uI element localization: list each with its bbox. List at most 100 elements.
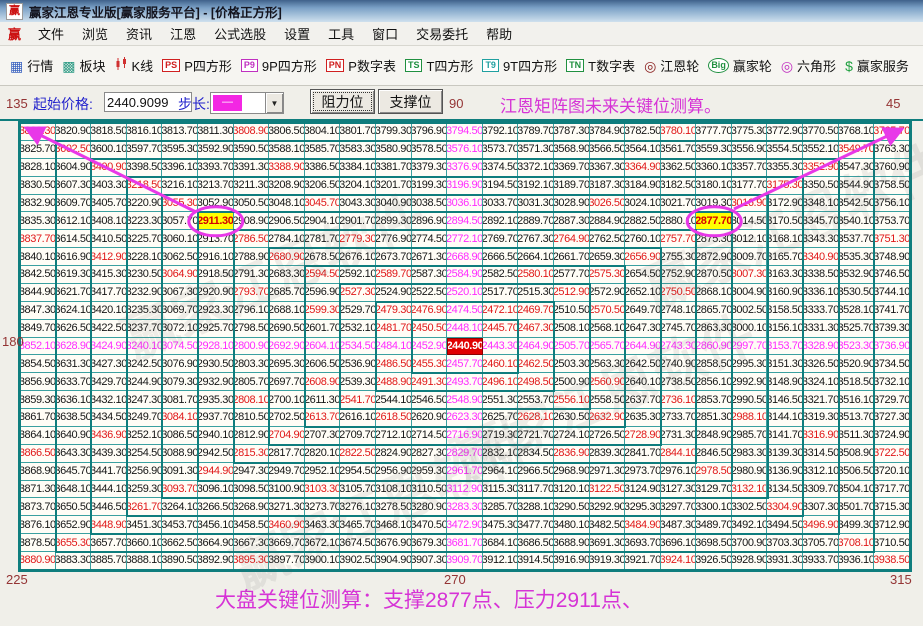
toolbar-item-hexagon[interactable]: ◎ 六角形 bbox=[781, 56, 836, 75]
grid-cell: 2913.70 bbox=[197, 230, 234, 249]
grid-cell: 3456.10 bbox=[197, 516, 234, 535]
grid-cell: 2728.90 bbox=[625, 426, 661, 445]
grid-cell: 2872.90 bbox=[696, 248, 732, 266]
grid-cell: 2623.30 bbox=[447, 409, 483, 427]
grid-cell: 2558.50 bbox=[589, 391, 626, 409]
grid-cell: 3444.10 bbox=[91, 480, 127, 499]
resistance-button[interactable]: 阻力位 bbox=[310, 89, 375, 114]
toolbar-item-gann-wheel[interactable]: ◎ 江恩轮 bbox=[644, 56, 699, 75]
grid-cell: 3700.90 bbox=[731, 534, 768, 552]
grid-cell: 3218.50 bbox=[126, 176, 163, 195]
menu-item-0[interactable]: 文件 bbox=[29, 25, 73, 44]
menu-item-1[interactable]: 浏览 bbox=[73, 25, 117, 44]
support-button[interactable]: 支撑位 bbox=[378, 89, 443, 114]
grid-cell: 2671.30 bbox=[411, 248, 448, 266]
grid-cell: 3175.30 bbox=[767, 176, 804, 195]
toolbar-item-t-square[interactable]: TS T四方形 bbox=[404, 56, 473, 75]
grid-cell: 2570.50 bbox=[589, 301, 626, 320]
grid-cell: 2680.90 bbox=[269, 248, 305, 266]
grid-cell: 2949.70 bbox=[269, 462, 305, 481]
grid-cell: 2467.30 bbox=[518, 319, 554, 338]
toolbar-item-9p-square[interactable]: P9 9P四方形 bbox=[240, 56, 317, 75]
grid-cell: 2815.30 bbox=[233, 444, 270, 463]
step-combobox[interactable]: — ▼ bbox=[210, 92, 284, 114]
grid-cell: 3309.70 bbox=[803, 480, 839, 499]
grid-cell: 3686.50 bbox=[518, 534, 554, 552]
grid-cell: 2865.70 bbox=[696, 301, 732, 320]
grid-cell: 3412.90 bbox=[91, 248, 127, 266]
grid-cell: 3324.10 bbox=[803, 373, 839, 392]
menu-item-8[interactable]: 交易委托 bbox=[407, 25, 477, 44]
grid-cell: 2834.50 bbox=[518, 444, 554, 463]
toolbar-item-label: 江恩轮 bbox=[660, 59, 700, 74]
grid-cell: 2918.50 bbox=[197, 266, 234, 284]
grid-cell: 3088.90 bbox=[162, 444, 198, 463]
grid-cell: 2673.70 bbox=[375, 248, 412, 266]
grid-cell: 3295.30 bbox=[625, 498, 661, 517]
grid-cell: 3849.70 bbox=[20, 319, 56, 338]
grid-cell: 2630.50 bbox=[553, 409, 590, 427]
grid-cell: 3494.50 bbox=[767, 516, 804, 535]
grid-cell: 2923.30 bbox=[197, 301, 234, 320]
grid-cell: 3518.50 bbox=[838, 373, 875, 392]
grid-cell: 3631.30 bbox=[55, 355, 92, 374]
grid-cell: 3333.70 bbox=[803, 301, 839, 320]
grid-cell: 2503.30 bbox=[553, 355, 590, 374]
grid-cell: 3616.90 bbox=[55, 248, 92, 266]
toolbar-item-winner-wheel[interactable]: Big 赢家轮 bbox=[708, 56, 772, 75]
grid-cell: 2980.90 bbox=[731, 462, 768, 481]
grid-cell: 3768.10 bbox=[838, 123, 875, 141]
grid-cell: 2719.30 bbox=[482, 426, 519, 445]
grid-cell: 3122.50 bbox=[589, 480, 626, 499]
menu-item-6[interactable]: 工具 bbox=[319, 25, 363, 44]
toolbar-item-winner-service[interactable]: $ 赢家服务 bbox=[845, 56, 909, 75]
grid-cell: 2647.30 bbox=[625, 319, 661, 338]
toolbar-item-9t-square[interactable]: T9 9T四方形 bbox=[482, 56, 557, 75]
grid-cell: 3482.50 bbox=[589, 516, 626, 535]
grid-cell: 2983.30 bbox=[731, 444, 768, 463]
grid-cell: 3028.90 bbox=[553, 194, 590, 213]
grid-cell: 3873.70 bbox=[20, 498, 56, 517]
grid-cell: 3868.90 bbox=[20, 462, 56, 481]
grid-cell: 3276.10 bbox=[340, 498, 376, 517]
menu-item-7[interactable]: 窗口 bbox=[363, 25, 407, 44]
toolbar-item-kline[interactable]: K线 bbox=[115, 56, 153, 75]
grid-cell: 3780.10 bbox=[660, 123, 697, 141]
grid-cell: 3621.70 bbox=[55, 283, 92, 302]
grid-cell: 3247.30 bbox=[126, 391, 163, 409]
grid-cell: 2846.50 bbox=[696, 444, 732, 463]
grid-cell: 3302.50 bbox=[731, 498, 768, 517]
grid-cell: 3844.90 bbox=[20, 283, 56, 302]
menu-item-5[interactable]: 设置 bbox=[275, 25, 319, 44]
grid-cell: 3748.90 bbox=[874, 248, 910, 266]
toolbar-item-p-square[interactable]: PS P四方形 bbox=[162, 56, 232, 75]
grid-cell: 3127.30 bbox=[660, 480, 697, 499]
grid-cell: 3604.90 bbox=[55, 158, 92, 177]
grid-cell: 2992.90 bbox=[731, 373, 768, 392]
grid-cell: 3463.30 bbox=[304, 516, 341, 535]
toolbar-item-p-number-table[interactable]: PN P数字表 bbox=[325, 56, 396, 75]
grid-cell: 2868.10 bbox=[696, 283, 732, 302]
grid-cell: 2661.70 bbox=[553, 248, 590, 266]
grid-cell: 2488.90 bbox=[375, 373, 412, 392]
menu-item-3[interactable]: 江恩 bbox=[161, 25, 205, 44]
grid-cell: 2820.10 bbox=[304, 444, 341, 463]
chevron-down-icon[interactable]: ▼ bbox=[265, 93, 283, 113]
grid-cell: 3916.90 bbox=[553, 552, 590, 570]
toolbar-item-quotes[interactable]: ▦ 行情 bbox=[10, 56, 53, 75]
menu-item-2[interactable]: 资讯 bbox=[117, 25, 161, 44]
step-selected-value: — bbox=[213, 95, 242, 111]
grid-cell: 2767.30 bbox=[518, 230, 554, 249]
menu-item-9[interactable]: 帮助 bbox=[477, 25, 521, 44]
grid-cell: 3556.90 bbox=[731, 140, 768, 159]
grid-cell: 3045.70 bbox=[304, 194, 341, 213]
menu-item-4[interactable]: 公式选股 bbox=[205, 25, 275, 44]
toolbar-item-t-number-table[interactable]: TN T数字表 bbox=[566, 56, 635, 75]
toolbar-item-sectors[interactable]: ▩ 板块 bbox=[62, 56, 105, 75]
grid-cell: 3508.90 bbox=[838, 444, 875, 463]
grid-cell: 2928.10 bbox=[197, 337, 234, 356]
grid-cell: 2592.10 bbox=[340, 266, 376, 284]
toolbar-item-label: 9T四方形 bbox=[502, 59, 558, 74]
grid-cell: 3292.90 bbox=[589, 498, 626, 517]
grid-cell: 3352.90 bbox=[803, 158, 839, 177]
